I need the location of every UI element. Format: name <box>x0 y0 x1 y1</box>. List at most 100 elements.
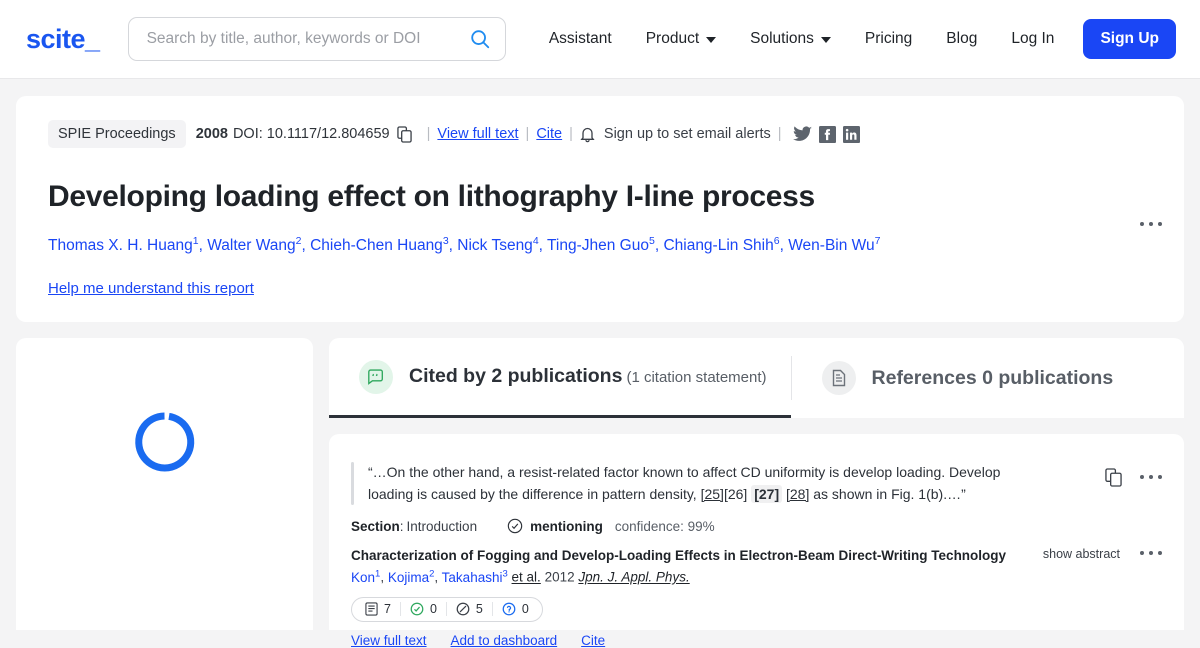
reference-link-28[interactable]: [28] <box>786 486 809 502</box>
journal-badge: SPIE Proceedings <box>48 120 186 148</box>
nav-item-product[interactable]: Product <box>629 30 733 48</box>
citation-snippet-text: “…On the other hand, a resist-related fa… <box>368 462 1008 505</box>
author-name: Ting-Jhen Guo <box>547 237 649 255</box>
author-list: Thomas X. H. Huang1, Walter Wang2, Chieh… <box>48 235 881 255</box>
loading-spinner-icon <box>133 410 197 474</box>
citation-meta-row: Section: Introduction mentioning confide… <box>351 518 715 534</box>
badge-contrasting[interactable]: 0 <box>491 602 538 617</box>
tab-label: References 0 publications <box>872 367 1114 390</box>
nav-label: Solutions <box>750 30 814 47</box>
publication-year: 2008 <box>195 126 228 142</box>
copy-icon[interactable] <box>396 125 412 143</box>
quote-bubble-icon <box>359 359 393 394</box>
search-icon[interactable] <box>469 28 491 50</box>
author-link[interactable]: Thomas X. H. Huang1 <box>48 235 199 255</box>
link-add-to-dashboard[interactable]: Add to dashboard <box>451 633 558 648</box>
citation-statement-card: “…On the other hand, a resist-related fa… <box>329 434 1184 648</box>
author-name: Chieh-Chen Huang <box>310 237 443 255</box>
author-affiliation: 7 <box>874 235 881 247</box>
snippet-tail: as shown in Fig. 1(b).…” <box>809 485 966 502</box>
paper-more-options-icon[interactable] <box>1140 222 1162 226</box>
author-link[interactable]: Ting-Jhen Guo5 <box>547 235 655 255</box>
nav-label: Pricing <box>864 30 913 47</box>
email-alerts-text[interactable]: Sign up to set email alerts <box>604 126 771 142</box>
tab-cited-by-sublabel: (1 citation statement) <box>626 369 767 386</box>
view-full-text-link[interactable]: View full text <box>437 126 518 142</box>
nav-label: Log In <box>1011 30 1055 47</box>
reference-highlight-27: [27] <box>751 484 783 503</box>
linkedin-icon[interactable] <box>842 125 860 143</box>
nav-item-solutions[interactable]: Solutions <box>733 30 848 48</box>
tab-cited-by[interactable]: Cited by 2 publications (1 citation state… <box>329 338 791 418</box>
author-link[interactable]: Nick Tseng4 <box>457 235 538 255</box>
scite-logo[interactable]: scite_ <box>26 24 100 55</box>
author-link[interactable]: Chiang-Lin Shih6 <box>663 235 779 255</box>
show-abstract-toggle[interactable]: show abstract <box>1043 547 1120 561</box>
help-understand-report-link[interactable]: Help me understand this report <box>48 280 254 297</box>
chevron-down-icon <box>820 37 831 43</box>
nav-item-login[interactable]: Log In <box>994 30 1071 48</box>
nav-item-blog[interactable]: Blog <box>929 30 994 48</box>
classification-label: mentioning <box>530 518 603 534</box>
search-input[interactable] <box>144 29 469 49</box>
copy-icon[interactable] <box>1105 468 1122 492</box>
badge-value: 5 <box>475 602 483 617</box>
paper-header-card: SPIE Proceedings 2008 DOI: 10.1117/12.80… <box>16 96 1184 322</box>
document-icon <box>821 361 856 395</box>
cited-author-name: Kon <box>351 569 376 585</box>
cited-author-link[interactable]: Kon1 <box>351 568 380 585</box>
citation-more-options-icon[interactable] <box>1140 475 1162 479</box>
author-name: Walter Wang <box>207 237 296 255</box>
twitter-icon[interactable] <box>792 125 812 143</box>
reference-link-25[interactable]: [25] <box>701 486 724 502</box>
badge-value: 7 <box>384 602 391 617</box>
nav-item-assistant[interactable]: Assistant <box>532 30 629 48</box>
author-link[interactable]: Walter Wang2 <box>207 235 301 255</box>
author-link[interactable]: Wen-Bin Wu7 <box>788 235 881 254</box>
reference-26: [26] <box>723 485 748 502</box>
paper-meta-row: SPIE Proceedings 2008 DOI: 10.1117/12.80… <box>48 120 1154 148</box>
section-value: Introduction <box>406 518 478 534</box>
badge-mentioning[interactable]: 5 <box>445 602 492 617</box>
tab-references-label: References 0 publications <box>871 366 1114 389</box>
page-title: Developing loading effect on lithography… <box>48 180 815 213</box>
author-name: Chiang-Lin Shih <box>663 237 774 255</box>
author-name: Nick Tseng <box>457 237 533 255</box>
bell-icon[interactable] <box>580 126 595 143</box>
search-box[interactable] <box>127 17 506 61</box>
citation-action-links: View full text Add to dashboard Cite <box>351 633 1160 648</box>
et-al-label: et al. <box>511 569 541 585</box>
cited-author-name: Kojima <box>387 569 430 585</box>
badge-value: 0 <box>429 602 437 617</box>
author-link[interactable]: Chieh-Chen Huang3 <box>310 235 449 255</box>
cited-author-link[interactable]: Kojima2 <box>387 568 435 585</box>
sign-up-button[interactable]: Sign Up <box>1083 19 1176 59</box>
tab-references[interactable]: References 0 publications <box>792 338 1138 418</box>
nav-label: Assistant <box>548 30 612 47</box>
meta-separator: | <box>777 126 782 142</box>
citation-badge-group[interactable]: 7 0 5 0 <box>351 596 543 622</box>
link-cite[interactable]: Cite <box>581 633 605 648</box>
author-name: Thomas X. H. Huang <box>48 237 193 255</box>
badge-supporting[interactable]: 0 <box>399 602 446 617</box>
badge-citation-count[interactable]: 7 <box>356 602 400 616</box>
doi-text: DOI: 10.1117/12.804659 <box>232 126 390 142</box>
link-view-full-text[interactable]: View full text <box>351 633 427 648</box>
cited-author-affiliation: 3 <box>502 568 508 580</box>
meta-separator: | <box>525 126 530 142</box>
cited-author-name: Takahashi <box>441 569 503 585</box>
cited-publication-title[interactable]: Characterization of Fogging and Develop-… <box>351 548 1160 563</box>
cited-author-link[interactable]: Takahashi3 <box>441 568 508 585</box>
chevron-down-icon <box>706 37 717 43</box>
cited-journal[interactable]: Jpn. J. Appl. Phys. <box>578 570 689 585</box>
check-circle-icon <box>507 518 523 534</box>
main-nav: Assistant Product Solutions Pricing Blog… <box>532 19 1176 59</box>
facebook-icon[interactable] <box>818 125 836 143</box>
tab-cited-by-label: Cited by 2 publications <box>409 365 623 387</box>
cited-publication-authors: Kon1, Kojima2, Takahashi3 et al. 2012 Jp… <box>351 568 690 585</box>
nav-item-pricing[interactable]: Pricing <box>848 30 929 48</box>
cite-link[interactable]: Cite <box>536 126 562 142</box>
meta-separator: | <box>426 126 431 142</box>
cited-publication-more-options-icon[interactable] <box>1140 551 1162 555</box>
quote-bar <box>351 462 354 506</box>
